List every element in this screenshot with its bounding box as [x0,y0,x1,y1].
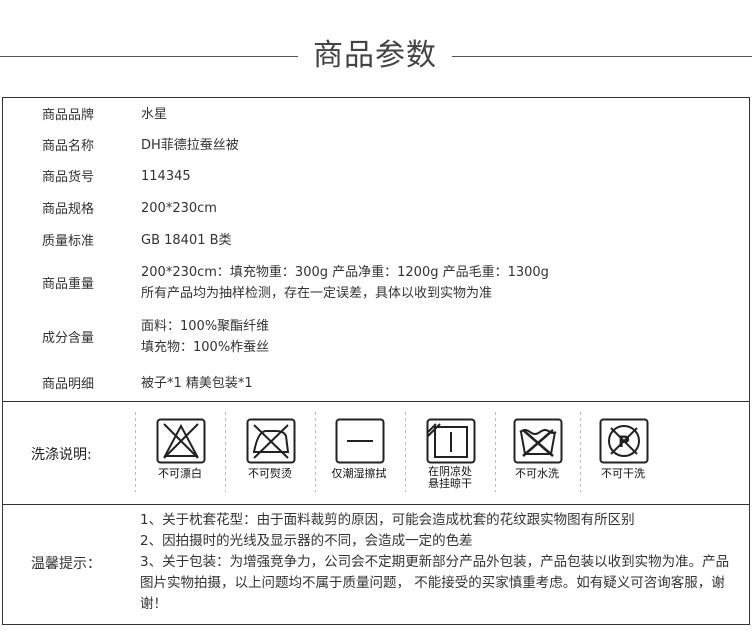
tip-line: 3、关于包装：为增强竞争力，公司会不定期更新部分产品外包装，产品包装以收到实物为… [140,554,730,612]
param-label: 商品明细 [41,377,94,392]
header-divider-left [0,56,298,57]
params-table: 商品品牌 水星 商品名称 DH菲德拉蚕丝被 商品货号 114345 商品规格 2… [3,98,749,401]
wash-caption: 不可熨烫 [248,467,292,480]
param-label: 成分含量 [41,331,94,346]
param-value: 200*230cm [141,201,217,216]
param-label: 商品品牌 [41,108,94,123]
wash-item: P 不可干洗 [583,410,663,496]
wash-item: 不可熨烫 [230,410,310,496]
param-value-line: 所有产品均为抽样检测，存在一定误差，具体以收到实物为准 [141,286,493,301]
tip-line: 2、因拍摄时的光线及显示器的不同，会造成一定的色差 [140,533,473,549]
dashed-divider [135,412,136,492]
param-value: 114345 [141,169,191,184]
damp-wipe-icon [335,418,385,464]
wash-caption: 不可干洗 [601,467,645,480]
wash-item: 仅潮湿擦拭 [319,410,399,496]
param-label: 商品货号 [41,170,94,185]
wash-item: 在阴凉处 悬挂晾干 [410,410,490,496]
param-value: 水星 [141,107,168,122]
dashed-divider [495,412,496,492]
param-value-line: 填充物：100%柞蚕丝 [141,340,270,355]
dashed-divider [225,412,226,492]
param-value: DH菲德拉蚕丝被 [141,138,239,153]
param-value: 200*230cm：填充物重：300g 产品净重：1200g 产品毛重：1300… [141,262,741,304]
header-divider-right [452,56,752,57]
param-value: 面料：100%聚酯纤维 填充物：100%柞蚕丝 [141,316,741,358]
dashed-divider [315,412,316,492]
wash-caption-line: 悬挂晾干 [428,477,472,490]
param-label: 商品重量 [41,277,94,292]
section-header: 商品参数 [0,36,752,76]
wash-caption: 不可漂白 [158,467,202,480]
section-title: 商品参数 [313,38,437,73]
wash-item: 不可漂白 [140,410,220,496]
tips-text: 1、关于枕套花型：由于面料裁剪的原因，可能会造成枕套的花纹跟实物图有所区别 2、… [140,510,740,615]
tips-section: 温馨提示： 1、关于枕套花型：由于面料裁剪的原因，可能会造成枕套的花纹跟实物图有… [3,504,749,625]
product-info-box: 商品品牌 水星 商品名称 DH菲德拉蚕丝被 商品货号 114345 商品规格 2… [2,97,750,625]
no-wash-icon [513,418,563,464]
wash-label: 洗涤说明: [31,447,92,463]
wash-item: 不可水洗 [497,410,577,496]
param-value: 被子*1 精美包装*1 [141,376,253,391]
wash-instructions: 洗涤说明: 不可漂白 不可熨烫 仅潮湿擦拭 在阴凉处 悬挂晾干 不可水洗 不可干… [3,401,749,505]
wash-caption: 不可水洗 [515,467,559,480]
no-bleach-icon [156,418,206,464]
tip-line: 1、关于枕套花型：由于面料裁剪的原因，可能会造成枕套的花纹跟实物图有所区别 [140,512,635,528]
param-value-line: 面料：100%聚酯纤维 [141,319,270,334]
param-label: 商品规格 [41,202,94,217]
param-label: 质量标准 [41,234,94,249]
dashed-divider [405,412,406,492]
wash-caption: 仅潮湿擦拭 [331,467,387,480]
tips-label: 温馨提示： [31,556,101,572]
dashed-divider [580,412,581,492]
wash-icon-strip: 不可漂白 不可熨烫 仅潮湿擦拭 在阴凉处 悬挂晾干 不可水洗 不可干洗 [135,410,713,496]
no-dry-clean-icon: P [599,418,649,464]
param-value: GB 18401 B类 [141,233,232,248]
wash-caption: 在阴凉处 悬挂晾干 [410,466,490,490]
no-iron-icon [246,418,296,464]
param-label: 商品名称 [41,139,94,154]
param-value-line: 200*230cm：填充物重：300g 产品净重：1200g 产品毛重：1300… [141,265,549,280]
line-dry-shade-icon [426,418,476,464]
